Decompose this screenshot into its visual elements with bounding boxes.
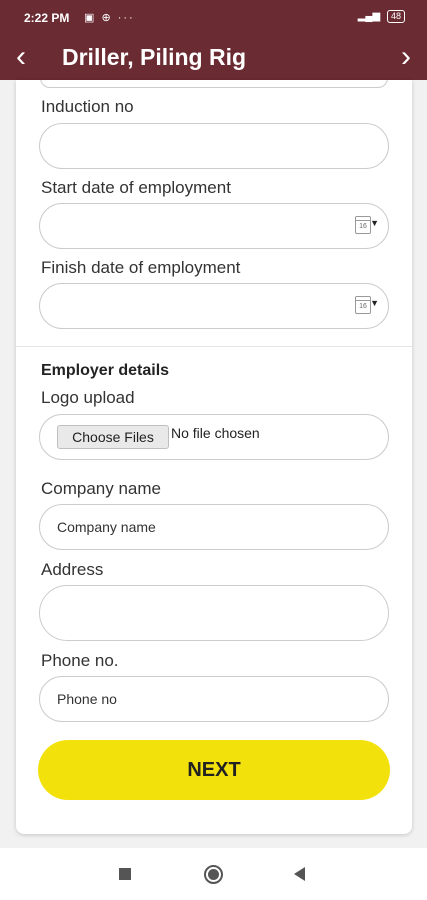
signal-icon: ▂▄▆	[357, 11, 381, 22]
logo-upload-field: Choose Files No file chosen	[39, 414, 389, 460]
dropdown-caret-icon[interactable]: ▼	[370, 298, 379, 308]
address-field[interactable]	[39, 585, 389, 641]
calendar-icon[interactable]: 16	[355, 216, 371, 234]
status-time: 2:22 PM	[24, 11, 70, 25]
finish-date-field[interactable]: 16 ▼	[39, 283, 389, 329]
recents-icon[interactable]	[119, 868, 131, 880]
employer-section-title: Employer details	[41, 362, 170, 379]
section-divider	[16, 346, 412, 347]
phone-label: Phone no.	[41, 651, 119, 670]
app-header: ‹ Driller, Piling Rig ›	[0, 36, 427, 80]
forward-icon[interactable]: ›	[383, 40, 411, 76]
company-name-label: Company name	[41, 479, 162, 498]
finish-date-label: Finish date of employment	[41, 258, 241, 277]
file-status-text: No file chosen	[171, 425, 260, 441]
battery-icon: 48	[386, 10, 405, 23]
status-bar: 2:22 PM ▣ ⊕ ··· ▂▄▆ 48	[0, 0, 427, 36]
next-button[interactable]: NEXT	[38, 740, 390, 800]
choose-files-button[interactable]: Choose Files	[57, 425, 169, 449]
address-label: Address	[41, 560, 104, 579]
previous-field-edge	[40, 80, 388, 88]
phone-field[interactable]: Phone no	[39, 676, 389, 722]
notification-icons: ▣ ⊕ ···	[84, 12, 135, 24]
calendar-icon[interactable]: 16	[355, 296, 371, 314]
phone-placeholder: Phone no	[57, 691, 117, 707]
form-card: Induction no Start date of employment 16…	[16, 80, 412, 834]
company-name-field[interactable]: Company name	[39, 504, 389, 550]
company-name-placeholder: Company name	[57, 519, 156, 535]
back-icon[interactable]: ‹	[16, 40, 44, 76]
signal-battery: ▂▄▆ 48	[358, 10, 405, 23]
system-nav-bar	[0, 848, 427, 900]
logo-upload-label: Logo upload	[41, 388, 135, 407]
page-title: Driller, Piling Rig	[62, 44, 247, 70]
back-triangle-icon[interactable]	[294, 867, 305, 881]
start-date-field[interactable]: 16 ▼	[39, 203, 389, 249]
start-date-label: Start date of employment	[41, 178, 231, 197]
induction-field[interactable]	[39, 123, 389, 169]
home-icon[interactable]	[204, 865, 223, 884]
induction-label: Induction no	[41, 97, 134, 116]
dropdown-caret-icon[interactable]: ▼	[370, 218, 379, 228]
